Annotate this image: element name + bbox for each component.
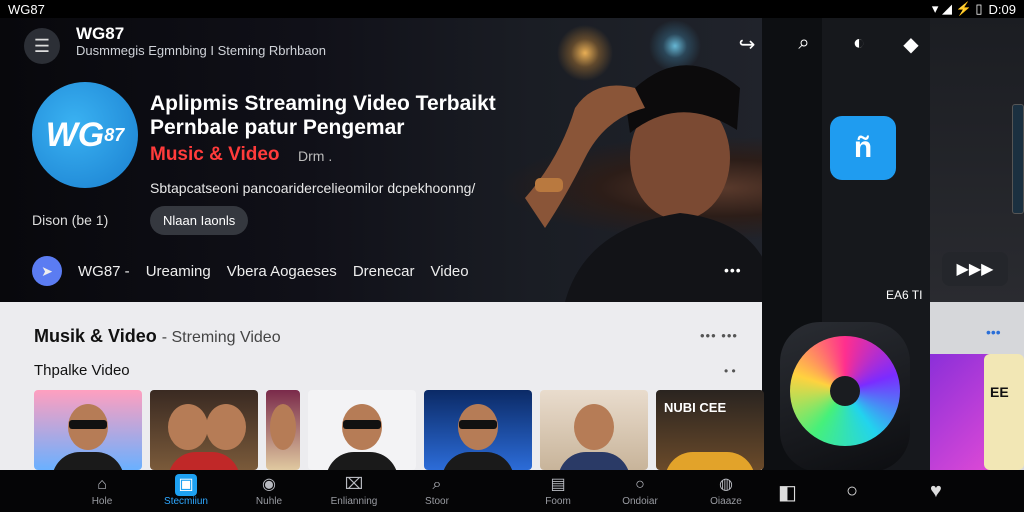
hero-accent-suffix: Drm . [298,148,333,164]
subsection-more-button[interactable]: • • [724,364,736,378]
tab-label: Nuhle [255,496,283,507]
room-icon: ▤ [550,476,566,493]
tab-streaming[interactable]: ▣ Stecmiiun [150,474,222,507]
speaker-disc [790,336,900,446]
play-button[interactable]: ▶▶▶ [942,252,1008,286]
hero-title: Aplipmis Streaming Video Terbaikt Pernba… [150,92,496,139]
hero-nav-item[interactable]: Ureaming [146,263,211,280]
tab-label: Hole [91,496,113,507]
heart-icon[interactable]: ♥ [930,480,942,503]
thumb-face [167,404,208,450]
bottom-nav: ⌂ Hole ▣ Stecmiiun ◉ Nuhle ⌧ Enlianning ⌕ Sto… [0,470,1024,512]
logo-text: WG [45,115,105,154]
menu-button[interactable]: ☰ [24,28,60,64]
tab-label: Stoor [425,496,449,507]
status-icons: ▾ ◢ ⚡ ▯ [931,1,983,16]
status-right: ▾ ◢ ⚡ ▯ D:09 [932,1,1016,17]
hero-description: Sbtapcatseoni pancoaridercelieomilor dcp… [150,180,476,196]
thumb-glasses [69,420,107,429]
stream-icon: ▣ [175,474,197,496]
circle-icon: ○ [635,476,645,493]
content-section: Musik & Video - Streming Video ••• ••• T… [0,302,764,470]
thumb-body [52,452,124,470]
strip-card[interactable]: EE [984,354,1024,470]
hero-nav-item[interactable]: WG87 - [78,263,130,280]
right-strip: ▶▶▶ ••• EE [930,18,1024,470]
thumb-glasses [459,420,497,429]
hero-nav-item[interactable]: Vbera Aogaeses [227,263,337,280]
subsection-title: Thpalke Video [34,362,130,379]
entertainment-icon: ⌧ [344,476,364,493]
hero-more-button[interactable]: ••• [724,262,742,278]
video-thumbnail[interactable] [150,390,258,470]
video-thumbnail[interactable]: NUBI CEE [656,390,764,470]
strip-bottom: ••• EE [930,302,1024,470]
thumb-body [326,452,398,470]
video-thumbnail[interactable] [266,390,300,470]
video-thumbnail[interactable] [34,390,142,470]
status-bar: WG87 ▾ ◢ ⚡ ▯ D:09 [0,0,1024,18]
thumb-face [205,404,246,450]
app-logo: WG 87 [32,82,138,188]
music-icon: ◉ [262,476,276,493]
app-name: WG87 [76,24,125,43]
thumb-title: NUBI CEE [664,400,727,415]
section-title: Musik & Video - Streming Video [34,326,281,347]
tab-room[interactable]: ▤ Foom [522,474,594,507]
tab-home[interactable]: ⌂ Hole [66,474,138,507]
tab-label: Oiaaze [710,496,742,507]
section-title-main: Musik & Video [34,326,157,346]
thumb-body [442,452,514,470]
hero-nav-item[interactable]: Drenecar [353,263,415,280]
strip-edge-card [1012,104,1024,214]
section-title-suffix: - Streming Video [161,329,281,346]
thumb-body [168,452,240,470]
video-thumbnail[interactable] [540,390,648,470]
video-thumbnail[interactable] [424,390,532,470]
section-more-button[interactable]: ••• ••• [700,328,738,343]
version-label: Dison (be 1) [32,212,109,228]
tab-search[interactable]: ⌕ Stoor [401,474,473,507]
tab-label: Stecmiiun [164,496,208,507]
home-icon: ⌂ [97,476,107,493]
volume-icon[interactable]: ◐ [846,32,872,55]
status-time: D:09 [988,1,1016,17]
home-circle-icon[interactable]: ○ [846,480,858,503]
thumb-face [270,404,296,450]
hero-accent: Music & Video [150,144,280,165]
tab-entertainment[interactable]: ⌧ Enlianning [318,474,390,507]
status-left-text: WG87 [8,1,45,17]
hero-nav-item[interactable]: Video [431,263,469,280]
back-icon[interactable]: ◧ [778,480,797,505]
video-thumbnail[interactable] [308,390,416,470]
logo-sub: 87 [104,124,125,145]
tab-download[interactable]: ○ Ondoiar [604,474,676,507]
speaker-image [780,322,910,472]
right-panel-label: EA6 TI [886,288,923,302]
tab-profile[interactable]: ◍ Oiaaze [690,474,762,507]
thumb-body [558,452,630,470]
thumb-body [665,452,755,470]
tab-music[interactable]: ◉ Nuhle [233,474,305,507]
strip-more-button[interactable]: ••• [986,324,1001,340]
hero-banner: ☰ WG87 Dusmmegis Egmnbing I Steming Rbrh… [0,18,762,302]
app-tile[interactable]: ñ [830,116,896,180]
search-icon: ⌕ [432,476,442,493]
tab-label: Foom [545,496,571,507]
tab-label: Enlianning [330,496,378,507]
hero-action-button[interactable]: Nlaan Iaonls [150,206,249,235]
thumb-glasses [343,420,381,429]
cast-icon[interactable]: ◆ [898,32,924,57]
bird-icon: ➤ [32,256,62,286]
search-icon[interactable]: ⌕ [791,32,817,55]
strip-top: ▶▶▶ [930,18,1024,302]
app-subtitle: Dusmmegis Egmnbing I Steming Rbrhbaon [76,43,327,58]
tab-label: Ondoiar [622,496,658,507]
share-icon[interactable]: ↪ [734,32,760,57]
thumbnail-row: NUBI CEE [34,390,764,470]
right-panel: ↪ ⌕ ◐ ◆ ▥ ⋮ ñ EA6 TI [739,18,1011,472]
hero-nav: ➤ WG87 - Ureaming Vbera Aogaeses Dreneca… [32,256,469,286]
globe-icon: ◍ [719,476,733,493]
thumb-face [574,404,614,450]
